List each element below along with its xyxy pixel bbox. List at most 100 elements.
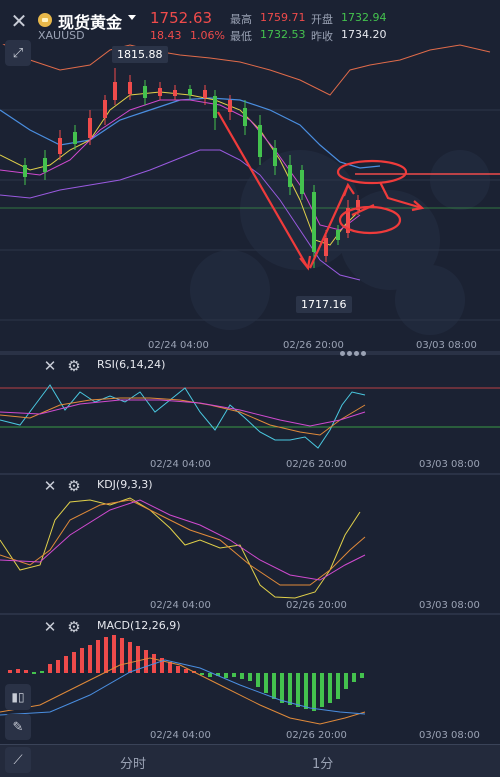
low-label: 最低 bbox=[230, 30, 252, 43]
macd-label: MACD(12,26,9) bbox=[97, 619, 181, 632]
candle bbox=[273, 148, 277, 166]
macd-bar bbox=[40, 671, 44, 673]
candle bbox=[243, 108, 247, 126]
gold-icon bbox=[38, 13, 52, 27]
candle bbox=[128, 82, 132, 94]
macd-histogram bbox=[8, 635, 364, 711]
close-icon: ✕ bbox=[10, 9, 28, 33]
macd-bar bbox=[232, 673, 236, 677]
candle bbox=[73, 132, 77, 144]
prev-close-value: 1734.20 bbox=[341, 28, 387, 41]
x-axis-label: 02/26 20:00 bbox=[286, 730, 347, 741]
candle bbox=[158, 88, 162, 96]
macd-bar bbox=[48, 664, 52, 673]
open-value: 1732.94 bbox=[341, 11, 387, 24]
candle bbox=[336, 230, 340, 240]
macd-bar bbox=[272, 673, 276, 699]
macd-bar bbox=[96, 640, 100, 673]
kdj-settings-button[interactable]: ⚙ bbox=[66, 478, 82, 494]
macd-bar bbox=[144, 650, 148, 673]
macd-bar bbox=[120, 638, 124, 673]
chevron-down-icon[interactable] bbox=[128, 15, 136, 20]
last-price: 1752.63 bbox=[150, 9, 213, 27]
open-label: 开盘 bbox=[311, 13, 333, 26]
x-axis-label: 02/24 04:00 bbox=[150, 600, 211, 611]
x-axis-label: 03/03 08:00 bbox=[419, 459, 480, 470]
candle bbox=[188, 89, 192, 95]
rsi-label: RSI(6,14,24) bbox=[97, 358, 166, 371]
candle bbox=[173, 90, 177, 96]
candle bbox=[23, 165, 27, 177]
macd-bar bbox=[200, 673, 204, 675]
macd-bar bbox=[8, 670, 12, 673]
instrument-symbol: XAUUSD bbox=[38, 29, 85, 42]
kdj-j-line bbox=[0, 497, 361, 599]
pager-dots[interactable] bbox=[340, 341, 368, 360]
close-kdj-button[interactable]: ✕ bbox=[42, 478, 58, 494]
timeframe-bar: ⟋ 分时 1分 bbox=[0, 744, 500, 777]
x-axis-label: 02/24 04:00 bbox=[150, 730, 211, 741]
macd-bar bbox=[352, 673, 356, 682]
low-value: 1732.53 bbox=[260, 28, 306, 41]
candle bbox=[312, 192, 316, 252]
high-callout: 1815.88 bbox=[112, 46, 168, 63]
x-axis-label: 02/26 20:00 bbox=[286, 600, 347, 611]
x-axis-label: 02/26 20:00 bbox=[286, 459, 347, 470]
macd-bar bbox=[88, 645, 92, 673]
close-macd-button[interactable]: ✕ bbox=[42, 619, 58, 635]
high-label: 最高 bbox=[230, 13, 252, 26]
candle bbox=[258, 125, 262, 157]
candle bbox=[43, 158, 47, 172]
candle bbox=[143, 86, 147, 98]
candle bbox=[288, 165, 292, 187]
indicator-button[interactable]: ⟋ bbox=[5, 747, 31, 773]
x-axis-label: 02/24 04:00 bbox=[150, 459, 211, 470]
close-rsi-button[interactable]: ✕ bbox=[42, 358, 58, 374]
pencil-icon: ✎ bbox=[12, 719, 24, 735]
macd-bar bbox=[224, 673, 228, 678]
x-axis-label: 03/03 08:00 bbox=[419, 730, 480, 741]
macd-bar bbox=[328, 673, 332, 703]
macd-bar bbox=[168, 662, 172, 673]
draw-tool-button[interactable]: ✎ bbox=[5, 714, 31, 740]
macd-bar bbox=[104, 637, 108, 673]
x-axis-label: 02/26 20:00 bbox=[283, 340, 344, 351]
macd-bar bbox=[240, 673, 244, 679]
macd-bar bbox=[72, 652, 76, 673]
candle-style-button[interactable]: ▮▯ bbox=[5, 684, 31, 710]
candle bbox=[58, 138, 62, 154]
candle bbox=[324, 238, 328, 256]
tab-timeshare[interactable]: 分时 bbox=[120, 753, 146, 772]
close-button[interactable]: ✕ bbox=[6, 8, 32, 34]
tab-1min[interactable]: 1分 bbox=[312, 753, 333, 772]
rsi6-line bbox=[0, 384, 366, 449]
candle bbox=[203, 90, 207, 98]
rsi14-line bbox=[0, 397, 366, 436]
price-change-percent: 1.06% bbox=[190, 29, 225, 42]
expand-button[interactable]: ⤢ bbox=[5, 40, 31, 66]
macd-bar bbox=[80, 648, 84, 673]
rsi-settings-button[interactable]: ⚙ bbox=[66, 358, 82, 374]
macd-bar bbox=[256, 673, 260, 687]
macd-bar bbox=[336, 673, 340, 699]
gear-icon: ⚙ bbox=[67, 357, 81, 375]
macd-bar bbox=[16, 669, 20, 673]
chart-canvas[interactable] bbox=[0, 44, 500, 776]
macd-bar bbox=[176, 666, 180, 673]
kdj-d-line bbox=[0, 499, 366, 581]
macd-bar bbox=[264, 673, 268, 693]
macd-bar bbox=[208, 673, 212, 677]
kdj-label: KDJ(9,3,3) bbox=[97, 478, 153, 491]
high-value: 1759.71 bbox=[260, 11, 306, 24]
close-icon: ✕ bbox=[43, 357, 57, 375]
macd-bar bbox=[304, 673, 308, 709]
close-icon: ✕ bbox=[43, 618, 57, 636]
candle bbox=[103, 100, 107, 118]
gear-icon: ⚙ bbox=[67, 477, 81, 495]
prev-close-label: 昨收 bbox=[311, 30, 333, 43]
macd-settings-button[interactable]: ⚙ bbox=[66, 619, 82, 635]
rsi24-line bbox=[0, 399, 366, 427]
macd-bar bbox=[56, 660, 60, 673]
candle bbox=[88, 118, 92, 138]
macd-bar bbox=[24, 670, 28, 673]
